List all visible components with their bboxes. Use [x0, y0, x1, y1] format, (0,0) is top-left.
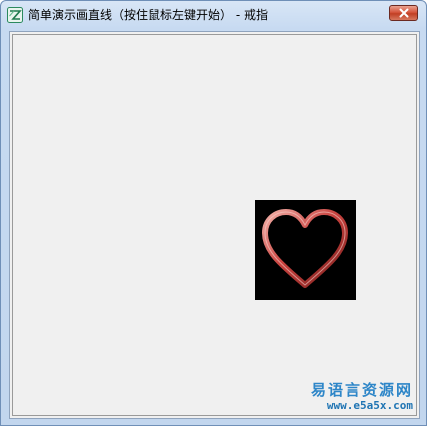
app-window: 简单演示画直线（按住鼠标左键开始） - 戒指 易语言资源网 www.e5a5x.…	[0, 0, 427, 426]
title-bar[interactable]: 简单演示画直线（按住鼠标左键开始） - 戒指	[1, 1, 426, 29]
watermark-title: 易语言资源网	[310, 381, 413, 399]
app-icon[interactable]	[7, 7, 23, 23]
close-button[interactable]	[389, 5, 418, 21]
heart-ring-image	[255, 200, 356, 300]
window-title: 简单演示画直线（按住鼠标左键开始） - 戒指	[28, 8, 268, 22]
client-area[interactable]: 易语言资源网 www.e5a5x.com	[9, 31, 420, 419]
watermark: 易语言资源网 www.e5a5x.com	[310, 381, 413, 413]
close-icon	[399, 8, 408, 18]
drawing-canvas[interactable]	[12, 34, 417, 416]
watermark-url: www.e5a5x.com	[326, 399, 413, 412]
